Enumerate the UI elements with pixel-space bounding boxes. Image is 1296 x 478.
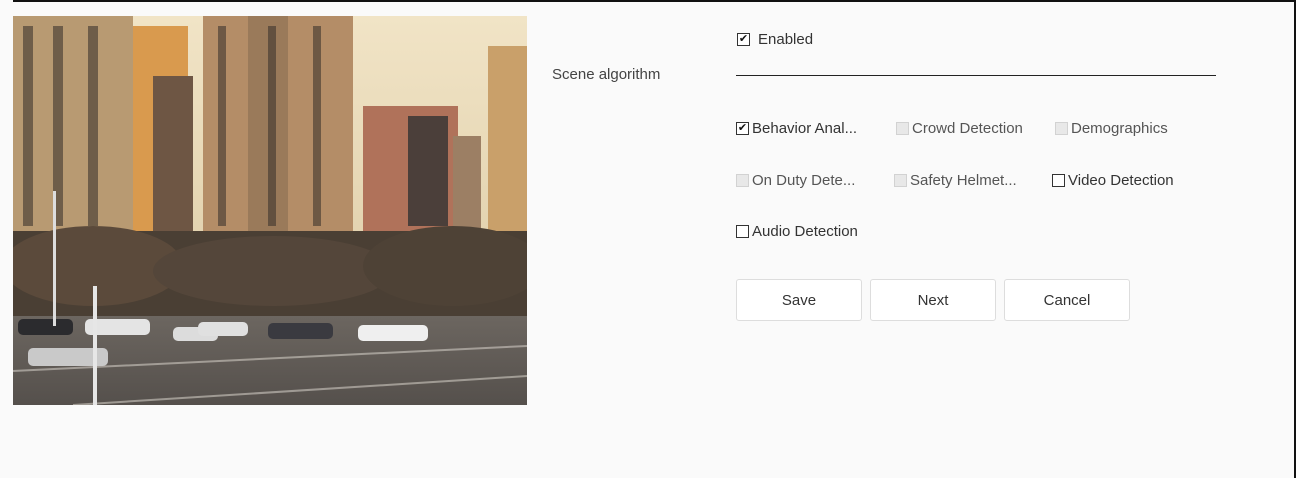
next-button[interactable]: Next (870, 279, 996, 321)
checkbox-icon[interactable] (894, 174, 907, 187)
enabled-label: Enabled (758, 31, 814, 48)
enabled-checkbox[interactable]: Enabled (737, 31, 813, 48)
camera-preview (13, 16, 527, 405)
algorithm-label: Behavior Anal... (752, 120, 858, 137)
checkbox-icon[interactable] (1055, 122, 1068, 135)
divider (736, 75, 1216, 76)
algorithm-label: On Duty Dete... (752, 172, 856, 189)
algorithm-label: Safety Helmet... (910, 172, 1017, 189)
checkbox-icon[interactable] (736, 122, 749, 135)
algorithm-label: Demographics (1071, 120, 1168, 137)
checkbox-icon[interactable] (736, 225, 749, 238)
enabled-checkbox-box[interactable] (737, 33, 750, 46)
algorithm-on-duty-detection[interactable]: On Duty Dete... (736, 172, 855, 189)
algorithm-label: Video Detection (1068, 172, 1174, 189)
algorithm-behavior-analysis[interactable]: Behavior Anal... (736, 120, 857, 137)
checkbox-icon[interactable] (736, 174, 749, 187)
cancel-button[interactable]: Cancel (1004, 279, 1130, 321)
save-button[interactable]: Save (736, 279, 862, 321)
algorithm-label: Audio Detection (752, 223, 858, 240)
algorithm-video-detection[interactable]: Video Detection (1052, 172, 1174, 189)
scene-algorithm-label: Scene algorithm (552, 66, 661, 83)
algorithm-label: Crowd Detection (912, 120, 1023, 137)
checkbox-icon[interactable] (1052, 174, 1065, 187)
left-margin (0, 0, 13, 478)
algorithm-demographics[interactable]: Demographics (1055, 120, 1168, 137)
checkbox-icon[interactable] (896, 122, 909, 135)
algorithm-safety-helmet[interactable]: Safety Helmet... (894, 172, 1017, 189)
algorithm-crowd-detection[interactable]: Crowd Detection (896, 120, 1023, 137)
algorithm-audio-detection[interactable]: Audio Detection (736, 223, 858, 240)
